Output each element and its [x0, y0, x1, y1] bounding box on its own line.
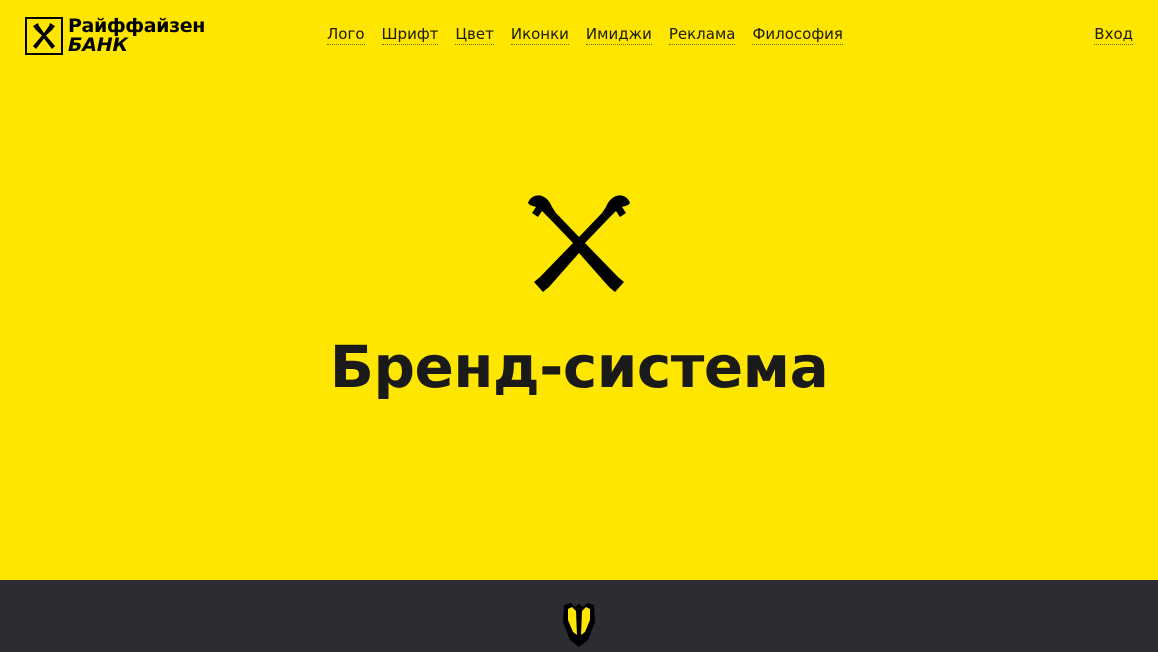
nav-item-icons[interactable]: Иконки [510, 25, 569, 45]
login-link[interactable]: Вход [1094, 25, 1133, 45]
brand-subtitle: БАНК [68, 34, 128, 56]
raiffeisen-logo-icon [25, 17, 63, 55]
shield-icon [563, 603, 595, 647]
brand-wordmark: Райффайзен БАНК [68, 17, 205, 55]
page-title: Бренд-система [329, 333, 829, 401]
nav-item-advertising[interactable]: Реклама [668, 25, 736, 45]
nav-item-philosophy[interactable]: Философия [752, 25, 843, 45]
nav-item-logo[interactable]: Лого [327, 25, 365, 45]
nav-item-images[interactable]: Имиджи [585, 25, 652, 45]
nav-item-color[interactable]: Цвет [455, 25, 494, 45]
raiffeisen-gable-cross-icon [528, 195, 630, 292]
hero-section: Райффайзен БАНК Лого Шрифт Цвет Иконки И… [0, 0, 1158, 580]
main-nav: Лого Шрифт Цвет Иконки Имиджи Реклама Фи… [327, 25, 843, 45]
brand-logo-link[interactable]: Райффайзен БАНК [25, 17, 205, 55]
page: Райффайзен БАНК Лого Шрифт Цвет Иконки И… [0, 0, 1158, 652]
nav-item-font[interactable]: Шрифт [381, 25, 439, 45]
